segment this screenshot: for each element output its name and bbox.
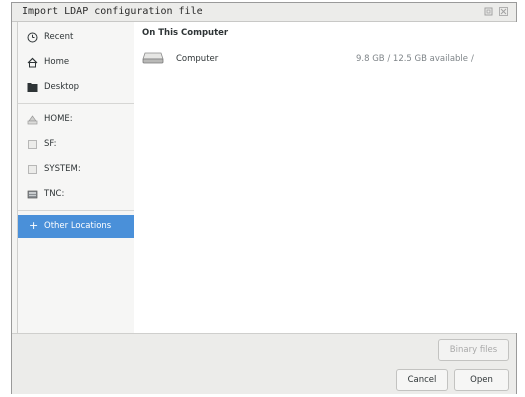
dialog-footer: Binary files Cancel Open	[12, 333, 516, 394]
folder-icon	[27, 82, 38, 93]
location-available-space: 9.8 GB / 12.5 GB available	[356, 54, 469, 64]
file-chooser-dialog: Import LDAP configuration file Recent Ho…	[11, 2, 517, 394]
home-icon	[27, 57, 38, 68]
sidebar-divider	[18, 103, 134, 104]
hard-drive-icon	[142, 50, 164, 64]
file-filter-button[interactable]: Binary files	[438, 339, 509, 361]
drive-icon	[27, 114, 38, 125]
sidebar-item-label: HOME:	[44, 114, 73, 124]
location-row-computer[interactable]: Computer 9.8 GB / 12.5 GB available /	[134, 48, 517, 70]
sidebar-item-label: Home	[44, 57, 70, 67]
clock-icon	[27, 32, 38, 43]
location-path: /	[471, 54, 474, 64]
sidebar-item-system-drive[interactable]: SYSTEM:	[18, 158, 134, 180]
plus-icon: +	[29, 219, 39, 232]
drive-icon	[27, 189, 38, 200]
location-name: Computer	[176, 54, 219, 64]
sidebar-item-desktop[interactable]: Desktop	[18, 76, 134, 98]
sidebar-item-home[interactable]: Home	[18, 51, 134, 73]
locations-pane: On This Computer Computer 9.8 GB / 12.5 …	[134, 22, 517, 333]
sidebar-item-label: Desktop	[44, 82, 80, 92]
sidebar-item-label: Other Locations	[44, 221, 112, 231]
cancel-button[interactable]: Cancel	[396, 369, 448, 391]
sidebar-item-label: SF:	[44, 139, 57, 149]
maximize-icon[interactable]	[484, 7, 493, 16]
drive-icon	[27, 139, 38, 150]
sidebar-item-home-drive[interactable]: HOME:	[18, 108, 134, 130]
sidebar-item-label: SYSTEM:	[44, 164, 81, 174]
places-sidebar: Recent Home Desktop HOME: SF: SYSTEM: TN…	[17, 22, 135, 333]
sidebar-item-tnc-drive[interactable]: TNC:	[18, 183, 134, 205]
open-button[interactable]: Open	[454, 369, 509, 391]
sidebar-divider	[18, 210, 134, 211]
section-title: On This Computer	[142, 28, 229, 38]
close-icon[interactable]	[499, 7, 508, 16]
sidebar-item-sf-drive[interactable]: SF:	[18, 133, 134, 155]
drive-icon	[27, 164, 38, 175]
sidebar-item-label: TNC:	[44, 189, 65, 199]
sidebar-item-other-locations[interactable]: + Other Locations	[18, 215, 134, 238]
sidebar-item-label: Recent	[44, 32, 74, 42]
dialog-title: Import LDAP configuration file	[22, 6, 203, 17]
title-bar: Import LDAP configuration file	[12, 3, 516, 22]
sidebar-item-recent[interactable]: Recent	[18, 26, 134, 48]
